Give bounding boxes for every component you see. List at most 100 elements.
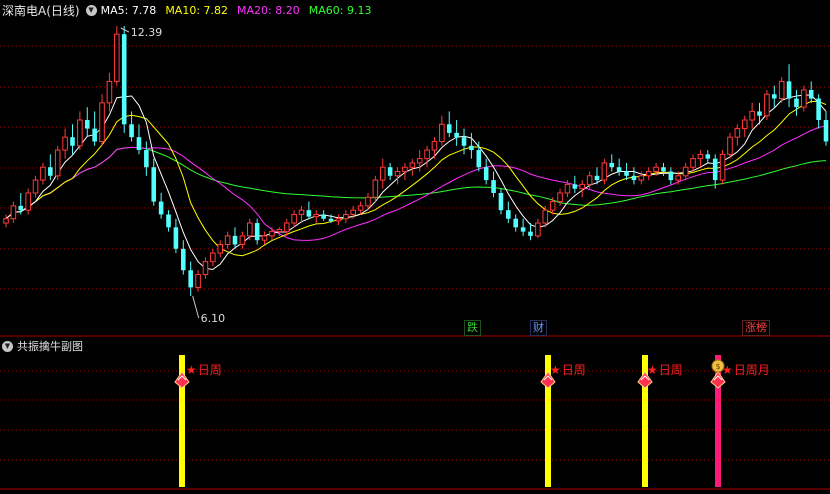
candle xyxy=(823,111,829,146)
candle xyxy=(269,227,275,241)
candle xyxy=(786,64,792,108)
main-panel-header: 深南电A(日线) ▼ MA5: 7.78 MA10: 7.82 MA20: 8.… xyxy=(0,1,380,19)
candle-body xyxy=(84,120,90,129)
candle xyxy=(631,167,637,185)
candle xyxy=(40,162,46,185)
candle-body xyxy=(757,111,762,116)
candle-body xyxy=(454,132,459,138)
stock-title: 深南电A(日线) xyxy=(2,3,80,18)
signal-bars: $ xyxy=(174,355,726,487)
candle-body xyxy=(70,137,75,146)
candle xyxy=(306,201,312,219)
candle-body xyxy=(321,214,326,219)
candle-body xyxy=(564,183,571,194)
candle-body xyxy=(202,261,209,276)
candle-body xyxy=(114,33,120,82)
candle xyxy=(173,218,179,254)
sub-settings-toggle-icon[interactable]: ▼ xyxy=(2,340,13,352)
candle xyxy=(645,167,652,181)
candle-body xyxy=(62,136,68,151)
low-price-label: 6.10 xyxy=(201,312,226,325)
candle-body xyxy=(158,201,164,215)
candle xyxy=(749,102,755,129)
candle xyxy=(446,111,452,138)
candle-body xyxy=(697,153,704,160)
event-tag-gainers[interactable]: 涨榜 xyxy=(742,320,770,336)
candle-body xyxy=(328,218,334,221)
candle xyxy=(32,175,39,198)
event-tag-drop[interactable]: 跌 xyxy=(464,320,481,336)
candle-body xyxy=(350,209,356,215)
candle-body xyxy=(210,252,216,263)
candle xyxy=(387,162,393,181)
candle-body xyxy=(542,209,549,224)
candle-body xyxy=(151,167,157,202)
candle-body xyxy=(239,235,246,245)
candle-body xyxy=(461,137,467,146)
candlestick-series xyxy=(3,26,829,296)
candle-body xyxy=(129,124,134,138)
candle-body xyxy=(48,167,53,176)
stock-chart-window[interactable]: 12.39 6.10 $ 深南电A(日线) ▼ MA5: 7.78 MA10: 7… xyxy=(0,0,830,494)
candle-body xyxy=(306,210,312,217)
candle-body xyxy=(10,205,17,220)
candle-body xyxy=(3,218,9,224)
ma10-line xyxy=(5,101,827,257)
candle-body xyxy=(498,192,504,211)
candle-body xyxy=(372,179,379,198)
settings-toggle-icon[interactable]: ▼ xyxy=(85,4,97,16)
candle xyxy=(84,107,90,138)
candle xyxy=(106,72,113,112)
candle xyxy=(298,205,305,224)
candle-body xyxy=(528,231,533,236)
candle-body xyxy=(217,243,224,254)
candle-body xyxy=(668,171,674,181)
candle-body xyxy=(195,274,201,288)
candle xyxy=(202,257,209,279)
high-pointer xyxy=(120,27,130,33)
candle-body xyxy=(291,213,297,224)
chart-canvas[interactable]: 12.39 6.10 $ xyxy=(0,0,830,494)
candle xyxy=(217,240,224,258)
signal-label-3: ★日周 xyxy=(647,363,683,377)
candle-body xyxy=(335,218,342,222)
candle xyxy=(18,192,24,215)
candle xyxy=(25,188,31,215)
candle-body xyxy=(741,119,748,130)
candle xyxy=(491,171,496,198)
candle-body xyxy=(808,89,814,99)
star-icon: ★ xyxy=(722,363,733,377)
candle xyxy=(513,214,519,232)
candle xyxy=(705,150,711,163)
event-tag-finance[interactable]: 财 xyxy=(530,320,547,336)
candle-body xyxy=(439,123,445,142)
candle-body xyxy=(409,162,416,168)
candle-body xyxy=(557,192,563,203)
candle-body xyxy=(25,192,31,211)
candle-body xyxy=(675,175,682,181)
candle xyxy=(778,77,785,103)
candle-body xyxy=(136,137,142,151)
candle xyxy=(254,218,260,245)
candle-body xyxy=(645,171,652,177)
candle xyxy=(188,261,193,296)
candle-body xyxy=(586,175,593,185)
candle-body xyxy=(705,154,711,159)
candle xyxy=(99,94,105,146)
candle xyxy=(394,167,401,185)
candle-body xyxy=(232,235,238,245)
candle xyxy=(483,158,489,185)
candle-body xyxy=(823,120,829,142)
candle xyxy=(771,85,777,108)
candle-body xyxy=(40,166,46,181)
candle xyxy=(335,214,342,226)
candle-body xyxy=(801,89,807,108)
candle-body xyxy=(446,124,452,133)
candle-body xyxy=(734,128,741,138)
candle xyxy=(816,94,821,129)
candle xyxy=(572,175,578,193)
candle xyxy=(431,137,438,159)
candle xyxy=(114,26,120,86)
candle-body xyxy=(343,213,349,220)
candle xyxy=(151,158,157,206)
